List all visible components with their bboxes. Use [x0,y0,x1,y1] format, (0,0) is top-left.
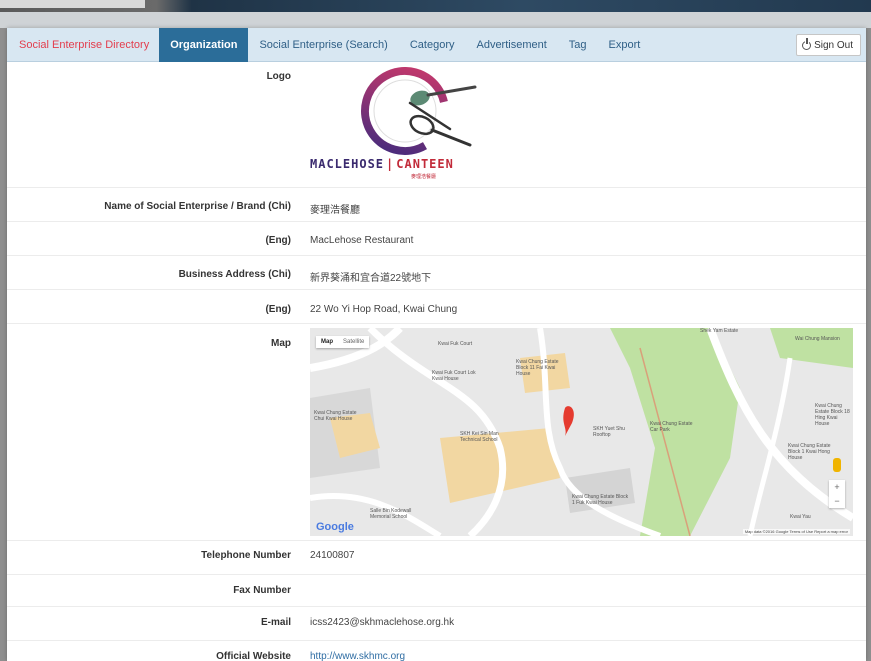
address-chi-value: 新界葵涌和宜合道22號地下 [310,273,432,284]
row-fax: Fax Number [7,575,866,607]
sign-out-label: Sign Out [814,39,853,51]
map-label-hing-kwai-house: Kwai Chung Estate Block 18 Hing Kwai Hou… [815,403,850,427]
fax-label: Fax Number [233,585,291,596]
name-chi-label: Name of Social Enterprise / Brand (Chi) [104,201,291,212]
map-label-technical-school: SKH Kei Sin Man Technical School [460,431,499,443]
row-name-eng: (Eng) MacLehose Restaurant [7,222,866,256]
map-label-kwai-hong-house: Kwai Chung Estate Block 1 Kwai Hong Hous… [788,443,831,461]
logo-subtext: 麥理浩餐廳 [411,174,437,180]
sign-out-button[interactable]: Sign Out [796,34,861,56]
map-attribution[interactable]: Map data ©2016 Google Terms of Use Repor… [742,529,850,534]
nav-tab-category[interactable]: Category [399,28,466,62]
website-label: Official Website [216,651,291,661]
map-label-yuet-shu: SKH Yuet Shu Rooftop [593,426,625,438]
logo-graphic [361,67,477,155]
browser-edge [0,0,145,8]
map-type-satellite[interactable]: Satellite [338,336,369,348]
name-eng-label: (Eng) [265,235,291,246]
address-eng-label: (Eng) [265,304,291,315]
map-type-toggle[interactable]: Map Satellite [316,336,370,348]
logo-wordmark-right: CANTEEN [396,157,454,171]
map-label-fai-kwai-house: Kwai Chung Estate Block 11 Fai Kwai Hous… [516,359,559,377]
navbar: Social Enterprise Directory Organization… [7,28,866,62]
power-icon [802,37,812,50]
map-label-lok-kwai-house: Kwai Fuk Court Lok Kwai House [432,370,476,382]
map-type-map[interactable]: Map [316,336,338,348]
page-frame: Social Enterprise Directory Organization… [7,28,866,661]
logo-wordmark-left: MACLEHOSE [310,157,385,171]
name-chi-value: 麥理浩餐廳 [310,205,360,216]
street-view-pegman-icon[interactable] [833,458,841,472]
nav-tab-organization[interactable]: Organization [159,28,249,62]
email-value: icss2423@skhmaclehose.org.hk [310,617,455,628]
zoom-out-icon[interactable]: − [829,494,845,508]
map-label-car-park: Kwai Chung Estate Car Park [650,421,693,433]
nav-tab-social-enterprise-search[interactable]: Social Enterprise (Search) [248,28,398,62]
map-zoom-control[interactable]: + − [829,480,845,508]
map-label-chui-kwai-house: Kwai Chung Estate Chui Kwai House [314,410,357,422]
google-logo: Google [316,521,354,533]
browser-chrome-band [0,12,871,28]
nav-tab-advertisement[interactable]: Advertisement [465,28,557,62]
telephone-label: Telephone Number [201,550,291,561]
organization-logo: MACLEHOSE | CANTEEN 麥理浩餐廳 [310,67,485,185]
row-logo: Logo MACLEHOSE | CANTEEN 麥理浩餐廳 [7,63,866,188]
zoom-in-icon[interactable]: + [829,480,845,494]
row-address-chi: Business Address (Chi) 新界葵涌和宜合道22號地下 [7,256,866,290]
map-label: Map [271,338,291,349]
nav-tab-export[interactable]: Export [598,28,652,62]
background-strip [0,0,871,12]
telephone-value: 24100807 [310,550,355,561]
logo-divider: | [386,157,395,171]
map-label-kwai-fuk-court: Kwai Fuk Court [438,341,473,347]
logo-wordmark: MACLEHOSE | CANTEEN [310,157,454,171]
email-label: E-mail [260,617,291,628]
navbar-brand[interactable]: Social Enterprise Directory [7,39,159,51]
website-link[interactable]: http://www.skhmc.org [310,651,405,661]
map-label-shek-yam: Shek Yam Estate [700,328,739,334]
map-label-kwai-yau: Kwai Yau [790,514,811,520]
row-name-chi: Name of Social Enterprise / Brand (Chi) … [7,188,866,222]
row-telephone: Telephone Number 24100807 [7,541,866,575]
address-chi-label: Business Address (Chi) [178,269,291,280]
map-label-wai-chung-mansion: Wai Chung Mansion [795,336,840,342]
row-email: E-mail icss2423@skhmaclehose.org.hk [7,607,866,641]
location-map[interactable]: Map Satellite Kwai Fuk Court Kwai Chung … [310,328,853,536]
nav-tab-tag[interactable]: Tag [558,28,598,62]
row-map: Map Map Satellite Kwai Fuk Court Kwai Ch… [7,324,866,541]
name-eng-value: MacLehose Restaurant [310,235,414,246]
row-website: Official Website http://www.skhmc.org [7,641,866,661]
row-address-eng: (Eng) 22 Wo Yi Hop Road, Kwai Chung [7,290,866,324]
map-label-memorial-school: Salle Bin Kodewall Memorial School [370,508,412,520]
map-label-fuk-kwai-house: Kwai Chung Estate Block 1 Fuk Kwai House [572,494,629,506]
logo-label: Logo [266,71,291,82]
address-eng-value: 22 Wo Yi Hop Road, Kwai Chung [310,304,458,315]
